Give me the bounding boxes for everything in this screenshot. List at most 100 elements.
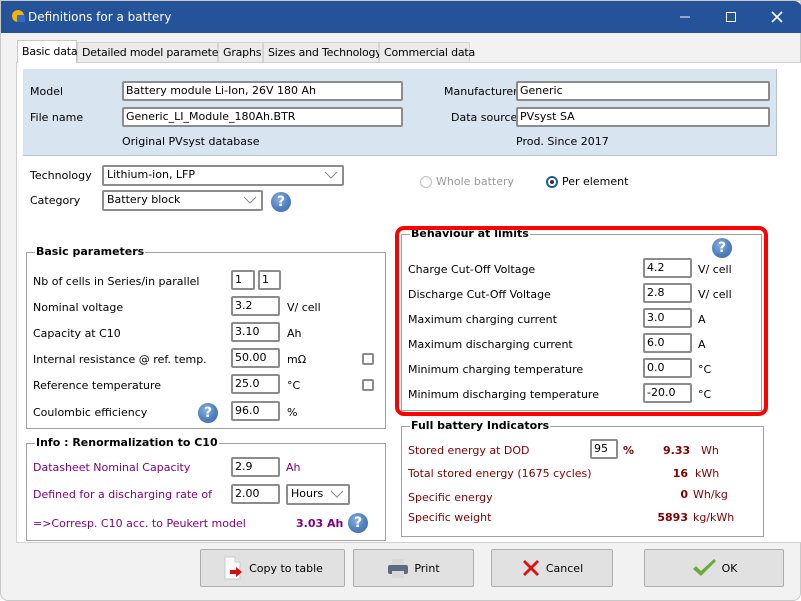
help-icon[interactable]: ? xyxy=(271,192,291,212)
manufacturer-label: Manufacturer xyxy=(444,85,518,98)
whole-battery-radio[interactable] xyxy=(420,176,432,188)
cancel-x-icon xyxy=(521,558,541,578)
cells-series-parallel-label: Nb of cells in Series/in parallel xyxy=(33,275,200,288)
checkmark-icon xyxy=(691,558,717,578)
nominal-voltage-input[interactable]: 3.2 xyxy=(231,296,280,316)
internal-resistance-label: Internal resistance @ ref. temp. xyxy=(33,353,207,366)
specific-weight-label: Specific weight xyxy=(408,511,492,524)
copy-to-table-label: Copy to table xyxy=(249,561,323,575)
category-label: Category xyxy=(30,194,81,207)
discharge-rate-unit-value: Hours xyxy=(291,487,324,500)
total-stored-energy-value: 16 xyxy=(672,467,688,480)
specific-weight-unit: kg/kWh xyxy=(693,511,735,524)
chevron-down-icon xyxy=(243,196,257,204)
dod-energy-value: 9.33 xyxy=(663,444,691,457)
cells-in-series-input[interactable]: 1 xyxy=(231,270,255,290)
filename-label: File name xyxy=(30,111,84,124)
print-label: Print xyxy=(414,561,440,575)
cancel-label: Cancel xyxy=(545,561,584,575)
technology-label: Technology xyxy=(30,169,92,182)
datasheet-capacity-value: 2.9 xyxy=(235,460,253,473)
tab-label: Sizes and Technology xyxy=(268,46,382,59)
renormalization-title: Info : Renormalization to C10 xyxy=(35,436,219,449)
datasource-label: Data source xyxy=(451,111,518,124)
discharge-rate-input[interactable]: 2.00 xyxy=(231,484,280,504)
copy-to-table-button[interactable]: Copy to table xyxy=(200,549,345,587)
tab-basic-data[interactable]: Basic data xyxy=(17,40,78,63)
reference-temperature-input[interactable]: 25.0 xyxy=(231,374,280,394)
tab-graphs[interactable]: Graphs xyxy=(218,42,263,62)
close-button[interactable] xyxy=(754,1,800,33)
copy-to-table-icon xyxy=(222,556,244,580)
manufacturer-value: Generic xyxy=(520,84,563,97)
dod-unit: % xyxy=(623,444,635,457)
specific-energy-value: 0 xyxy=(680,488,688,501)
internal-resistance-checkbox[interactable] xyxy=(362,353,374,365)
per-element-radio[interactable] xyxy=(546,176,558,188)
datasource-value: PVsyst SA xyxy=(520,110,575,123)
discharge-rate-label: Defined for a discharging rate of xyxy=(33,488,213,501)
chevron-down-icon xyxy=(330,490,344,498)
coulombic-efficiency-unit: % xyxy=(287,406,298,419)
category-select[interactable]: Battery block xyxy=(102,190,263,211)
title-bar[interactable]: Definitions for a battery xyxy=(1,1,801,33)
tab-label: Basic data xyxy=(22,45,78,58)
cells-in-parallel-value: 1 xyxy=(262,273,269,286)
internal-resistance-input[interactable]: 50.00 xyxy=(231,348,280,368)
coulombic-efficiency-value: 96.0 xyxy=(235,404,260,417)
cells-in-series-value: 1 xyxy=(235,273,242,286)
coulombic-efficiency-input[interactable]: 96.0 xyxy=(231,401,280,421)
printer-icon xyxy=(387,557,409,579)
production-note: Prod. Since 2017 xyxy=(516,135,609,148)
tab-label: Commercial data xyxy=(384,46,476,59)
discharge-rate-value: 2.00 xyxy=(235,487,260,500)
datasheet-capacity-unit: Ah xyxy=(286,461,301,474)
help-icon[interactable]: ? xyxy=(348,513,368,533)
basic-parameters-title: Basic parameters xyxy=(35,245,146,258)
datasheet-capacity-input[interactable]: 2.9 xyxy=(231,457,280,477)
window-title: Definitions for a battery xyxy=(28,10,172,24)
cancel-button[interactable]: Cancel xyxy=(491,549,613,587)
ok-button[interactable]: OK xyxy=(644,549,784,587)
minimize-button[interactable] xyxy=(662,1,708,33)
ok-label: OK xyxy=(721,561,738,575)
per-element-label: Per element xyxy=(562,175,629,188)
reference-temperature-value: 25.0 xyxy=(235,377,260,390)
capacity-c10-unit: Ah xyxy=(287,327,302,340)
technology-select[interactable]: Lithium-ion, LFP xyxy=(102,165,344,186)
reference-temperature-checkbox[interactable] xyxy=(362,379,374,391)
internal-resistance-value: 50.00 xyxy=(235,351,267,364)
reference-temperature-label: Reference temperature xyxy=(33,379,162,392)
tab-sizes-and-technology[interactable]: Sizes and Technology xyxy=(263,42,382,62)
nominal-voltage-label: Nominal voltage xyxy=(33,301,124,314)
datasource-input[interactable]: PVsyst SA xyxy=(516,107,770,127)
technology-value: Lithium-ion, LFP xyxy=(107,168,196,181)
discharge-rate-unit-select[interactable]: Hours xyxy=(286,484,350,505)
nominal-voltage-unit: V/ cell xyxy=(287,301,321,314)
pvsyst-app-icon xyxy=(12,10,25,22)
help-icon[interactable]: ? xyxy=(198,403,218,423)
nominal-voltage-value: 3.2 xyxy=(235,299,253,312)
cells-in-parallel-input[interactable]: 1 xyxy=(258,270,281,290)
maximize-icon xyxy=(726,12,736,22)
print-button[interactable]: Print xyxy=(353,549,474,587)
database-note: Original PVsyst database xyxy=(122,135,260,148)
tab-detailed-model-parameters[interactable]: Detailed model parameters xyxy=(77,42,228,62)
specific-energy-unit: Wh/kg xyxy=(693,488,728,501)
highlight-annotation xyxy=(395,226,768,416)
filename-value: Generic_LI_Module_180Ah.BTR xyxy=(126,110,296,123)
tab-label: Detailed model parameters xyxy=(82,46,229,59)
filename-input[interactable]: Generic_LI_Module_180Ah.BTR xyxy=(122,107,403,127)
stored-energy-dod-label: Stored energy at DOD xyxy=(408,444,530,457)
tab-commercial-data[interactable]: Commercial data xyxy=(379,42,475,62)
peukert-result-value: 3.03 Ah xyxy=(296,517,344,530)
model-value: Battery module Li-Ion, 26V 180 Ah xyxy=(126,84,317,97)
dod-input[interactable]: 95 xyxy=(590,439,618,459)
capacity-c10-label: Capacity at C10 xyxy=(33,327,121,340)
capacity-c10-input[interactable]: 3.10 xyxy=(231,322,280,342)
maximize-button[interactable] xyxy=(708,1,754,33)
manufacturer-input[interactable]: Generic xyxy=(516,81,770,101)
close-icon xyxy=(771,11,783,23)
model-input[interactable]: Battery module Li-Ion, 26V 180 Ah xyxy=(122,81,403,101)
category-value: Battery block xyxy=(107,193,181,206)
